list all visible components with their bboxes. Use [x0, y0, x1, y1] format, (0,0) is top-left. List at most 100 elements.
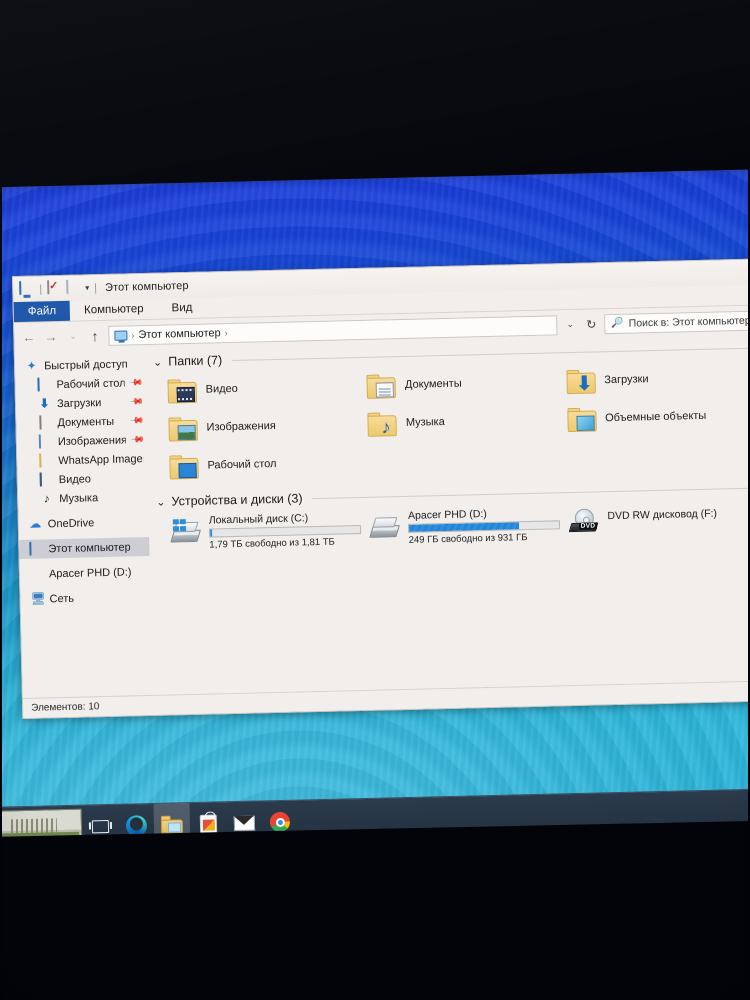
drive-item-apacer-phd-d[interactable]: Apacer PHD (D:) 249 ГБ свободно из 931 Г…: [369, 505, 570, 547]
tab-computer[interactable]: Компьютер: [70, 299, 158, 321]
breadcrumb-item-this-pc[interactable]: Этот компьютер: [138, 327, 221, 341]
folder-item-label: Документы: [404, 377, 462, 391]
search-input[interactable]: 🔍 Поиск в: Этот компьютер: [604, 309, 750, 334]
pin-icon[interactable]: 📌: [129, 432, 145, 448]
group-divider: [312, 486, 750, 499]
sidebar-item-label: Рабочий стол: [56, 377, 125, 391]
videos-icon: [39, 472, 53, 487]
dvd-label: DVD: [578, 522, 598, 530]
monitor-bezel-top: [0, 0, 750, 188]
sidebar-item-network[interactable]: 🖥 Сеть: [20, 587, 150, 609]
pin-icon[interactable]: 📌: [129, 394, 144, 410]
back-button[interactable]: ←: [20, 329, 37, 346]
drive-free-space: 1,79 ТБ свободно из 1,81 ТБ: [209, 536, 335, 551]
drive-name: DVD RW дисковод (F:): [607, 507, 718, 523]
folder-item-label: Рабочий стол: [207, 457, 277, 472]
folder-item-desktop[interactable]: Рабочий стол: [169, 444, 369, 485]
folder-item-label: Изображения: [206, 419, 276, 434]
navigation-pane[interactable]: ✦ Быстрый доступ Рабочий стол 📌 ⬇ Загруз…: [14, 349, 153, 698]
external-drive-icon: [369, 514, 401, 540]
new-folder-icon[interactable]: [65, 279, 81, 296]
title-divider: |: [94, 281, 98, 294]
sidebar-item-this-pc[interactable]: Этот компьютер: [19, 536, 150, 560]
sidebar-item-label: Быстрый доступ: [43, 357, 128, 372]
folder-item-label: Объемные объекты: [605, 409, 707, 425]
sidebar-item-onedrive[interactable]: ☁ OneDrive: [19, 512, 149, 534]
drive-item-local-disk-c[interactable]: Локальный диск (C:) 1,79 ТБ свободно из …: [170, 510, 371, 552]
forward-button[interactable]: →: [42, 328, 59, 345]
folder-music-icon: ♪: [367, 411, 398, 438]
sidebar-item-music[interactable]: ♪ Музыка: [18, 487, 148, 509]
onedrive-cloud-icon: ☁: [29, 516, 42, 531]
file-explorer-icon: [160, 815, 184, 834]
item-count-label: Элементов: 10: [31, 701, 100, 714]
microsoft-store-icon: [199, 813, 217, 834]
chevron-down-icon[interactable]: ⌄: [562, 319, 578, 330]
desktop-icon: [37, 377, 50, 392]
folder-item-label: Музыка: [405, 415, 445, 429]
task-view-icon: [91, 819, 109, 833]
breadcrumb-this-pc-icon[interactable]: [114, 329, 128, 341]
folder-item-label: Загрузки: [604, 373, 649, 387]
sidebar-item-apacer-phd[interactable]: Apacer PHD (D:): [20, 562, 150, 584]
monitor-bezel-bottom: [0, 819, 750, 1000]
folder-item-3d-objects[interactable]: Объемные объекты: [566, 396, 750, 437]
tab-view[interactable]: Вид: [157, 298, 206, 319]
sidebar-item-label: Видео: [58, 472, 92, 486]
drive-free-space: 249 ГБ свободно из 931 ГБ: [408, 532, 528, 546]
drive-item-dvd-rw-f[interactable]: DVD DVD RW дисковод (F:): [568, 500, 750, 542]
folder-item-downloads[interactable]: ⬇ Загрузки: [565, 358, 750, 399]
downloads-icon: ⬇: [39, 396, 50, 411]
sidebar-item-label: Музыка: [59, 491, 99, 505]
folders-grid[interactable]: Видео Документы ⬇ Загрузки Изображения ♪…: [167, 358, 750, 484]
mail-icon: [233, 815, 255, 831]
pin-icon[interactable]: 📌: [129, 413, 145, 429]
folder-documents-icon: [366, 373, 397, 399]
sidebar-item-label: OneDrive: [47, 516, 95, 530]
local-disk-icon: [170, 519, 202, 545]
devices-grid[interactable]: Локальный диск (C:) 1,79 ТБ свободно из …: [170, 500, 750, 552]
drive-name: Локальный диск (C:): [208, 512, 309, 527]
breadcrumb-separator-0[interactable]: ›: [131, 330, 134, 340]
up-button[interactable]: ↑: [86, 327, 103, 344]
devices-group-title: Устройства и диски (3): [171, 491, 303, 509]
this-pc-icon[interactable]: [19, 280, 34, 297]
folders-group-title: Папки (7): [168, 353, 223, 369]
drive-name: Apacer PHD (D:): [407, 508, 487, 522]
sidebar-item-label: WhatsApp Images: [58, 452, 144, 467]
folder-item-videos[interactable]: Видео: [167, 368, 367, 409]
qat-divider: |: [39, 282, 43, 295]
window-body: ✦ Быстрый доступ Рабочий стол 📌 ⬇ Загруз…: [14, 334, 750, 698]
documents-icon: [38, 415, 51, 430]
search-icon: 🔍: [611, 317, 624, 330]
folder-desktop-icon: [169, 453, 199, 479]
pin-icon[interactable]: 📌: [128, 375, 144, 391]
monitor-screen: | ▾ | Этот компьютер Файл Компьютер Вид …: [0, 130, 750, 850]
group-divider: [232, 346, 750, 361]
chevron-down-icon[interactable]: ⌄: [156, 495, 165, 508]
window-title: Этот компьютер: [104, 279, 189, 294]
folder-item-documents[interactable]: Документы: [366, 363, 567, 404]
usb-drive-icon: [30, 567, 43, 580]
network-icon: 🖥: [30, 591, 46, 606]
this-pc-icon: [29, 541, 42, 556]
properties-icon[interactable]: [46, 280, 62, 296]
star-icon: ✦: [26, 358, 37, 373]
folder-3d-objects-icon: [566, 406, 597, 432]
folder-item-label: Видео: [205, 382, 238, 396]
folder-item-music[interactable]: ♪ Музыка: [367, 401, 567, 442]
file-explorer-window[interactable]: | ▾ | Этот компьютер Файл Компьютер Вид …: [11, 258, 750, 720]
recent-locations-button[interactable]: ⌄: [64, 328, 81, 345]
content-pane[interactable]: ⌄ Папки (7) Видео Документы ⬇ Загрузки И…: [144, 334, 750, 695]
sidebar-item-label: Загрузки: [56, 396, 102, 410]
refresh-icon[interactable]: ↻: [583, 317, 599, 331]
folder-icon: [39, 453, 52, 468]
chevron-down-icon[interactable]: ⌄: [153, 355, 162, 368]
search-placeholder: Поиск в: Этот компьютер: [628, 314, 750, 330]
pictures-icon: [38, 434, 52, 449]
customize-caret-icon[interactable]: ▾: [85, 283, 89, 292]
tab-file[interactable]: Файл: [13, 300, 71, 323]
breadcrumb-separator-1[interactable]: ›: [225, 328, 228, 338]
folder-item-pictures[interactable]: Изображения: [168, 406, 368, 447]
sidebar-item-label: Документы: [57, 415, 115, 429]
